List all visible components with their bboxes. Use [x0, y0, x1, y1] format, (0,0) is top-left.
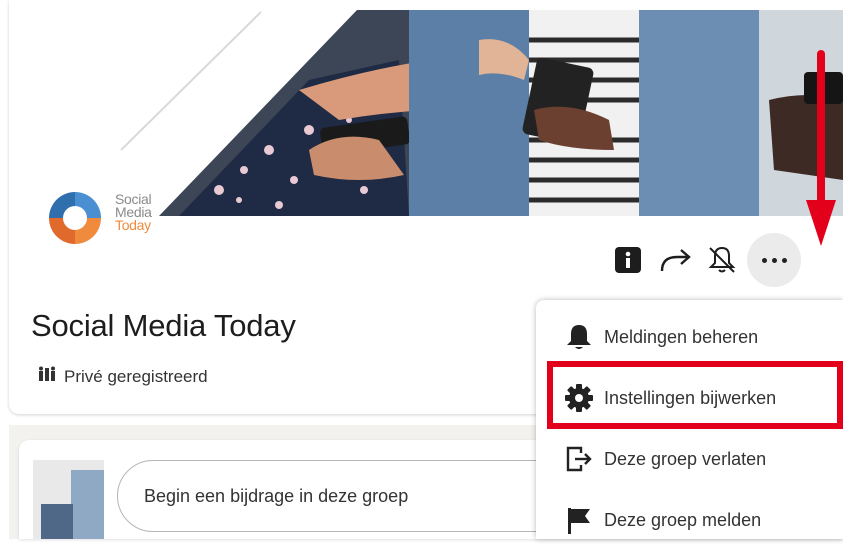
leave-icon — [564, 444, 594, 474]
red-arrow-annotation — [806, 50, 836, 246]
menu-item-leave-group[interactable]: Deze groep verlaten — [536, 429, 843, 489]
privacy-status: Privé geregistreerd — [38, 366, 208, 387]
post-input[interactable]: Begin een bijdrage in deze groep — [117, 460, 577, 532]
menu-item-label: Deze groep melden — [604, 509, 762, 530]
avatar — [33, 460, 104, 539]
menu-item-label: Meldingen beheren — [604, 326, 759, 347]
logo-wordmark: Social Media Today — [115, 191, 152, 233]
more-dots-icon — [761, 257, 787, 263]
info-icon[interactable] — [615, 247, 641, 273]
highlight-box — [547, 361, 843, 429]
menu-item-report-group[interactable]: Deze groep melden — [536, 490, 843, 550]
group-logo: Social Media Today — [43, 188, 173, 248]
share-arrow-icon[interactable] — [659, 245, 693, 275]
post-input-placeholder: Begin een bijdrage in deze groep — [144, 485, 409, 506]
privacy-label: Privé geregistreerd — [64, 366, 208, 386]
more-options-button[interactable] — [747, 233, 801, 287]
bell-icon — [564, 322, 594, 352]
group-title: Social Media Today — [31, 308, 296, 343]
menu-item-manage-notifications[interactable]: Meldingen beheren — [536, 307, 843, 367]
members-icon — [38, 366, 56, 387]
flag-icon — [564, 505, 594, 535]
menu-item-label: Deze groep verlaten — [604, 448, 767, 469]
cover-photo — [9, 0, 843, 216]
bell-off-icon[interactable] — [707, 245, 737, 275]
group-actions — [615, 233, 801, 287]
